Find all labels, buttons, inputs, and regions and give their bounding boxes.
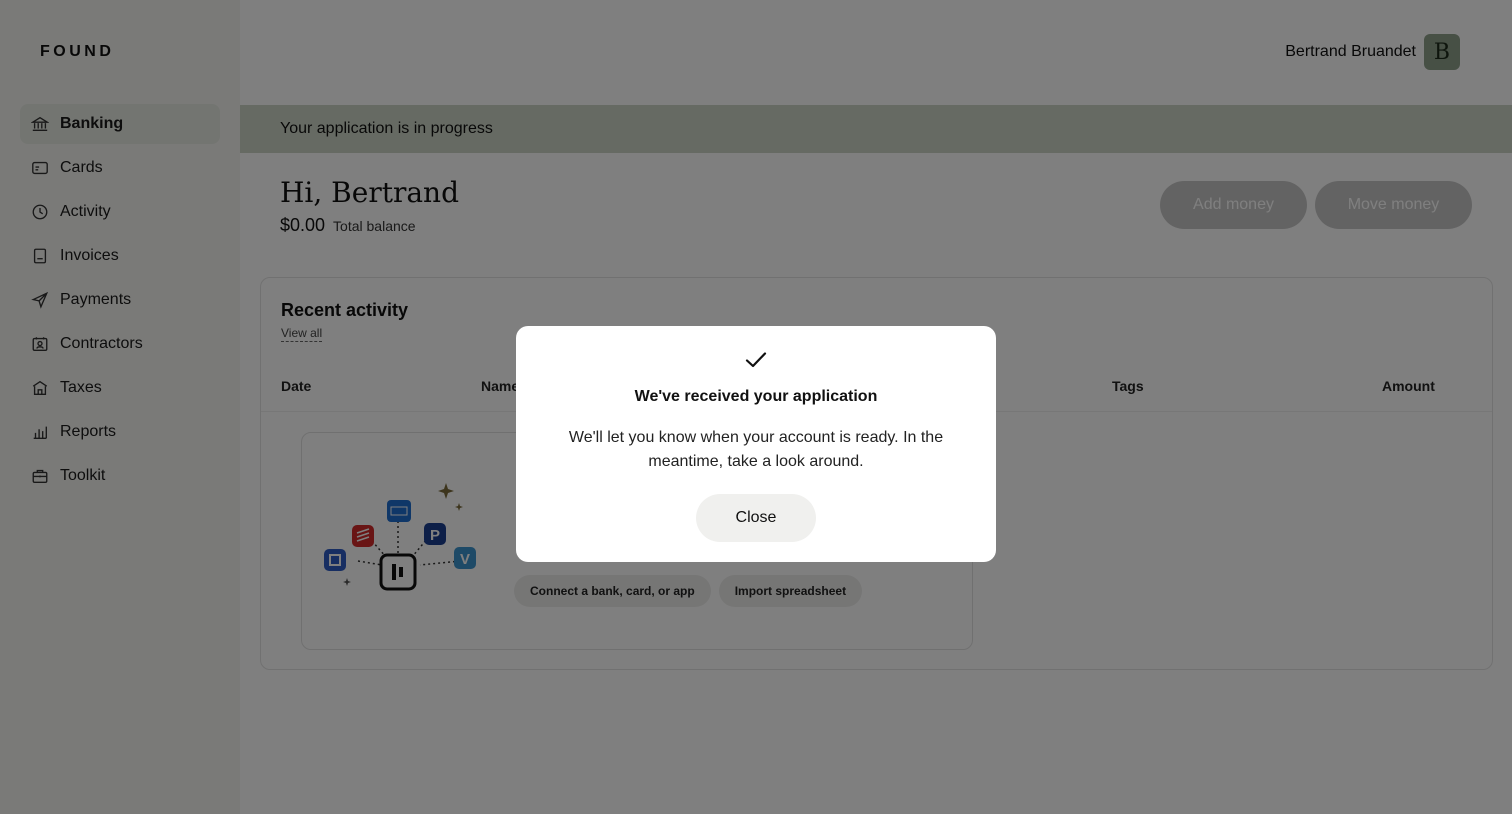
application-received-modal: We've received your application We'll le… [516, 326, 996, 562]
close-button[interactable]: Close [696, 494, 816, 542]
checkmark-icon [745, 352, 767, 368]
modal-body: We'll let you know when your account is … [568, 429, 944, 470]
modal-title: We've received your application [634, 388, 878, 405]
